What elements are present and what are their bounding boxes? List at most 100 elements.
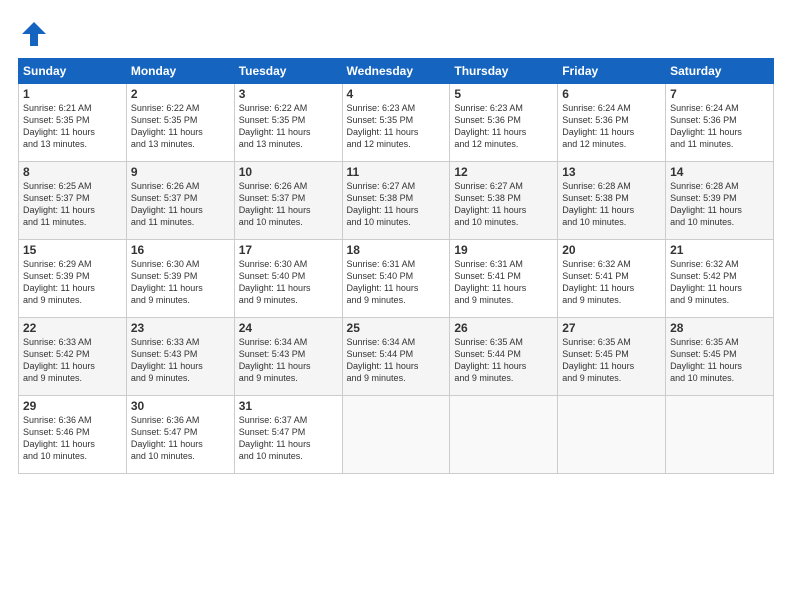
day-info: Sunrise: 6:23 AM Sunset: 5:36 PM Dayligh… xyxy=(454,102,553,151)
calendar-header-row: SundayMondayTuesdayWednesdayThursdayFrid… xyxy=(19,59,774,84)
day-info: Sunrise: 6:24 AM Sunset: 5:36 PM Dayligh… xyxy=(562,102,661,151)
day-number: 8 xyxy=(23,165,122,179)
calendar-cell xyxy=(450,396,558,474)
day-info: Sunrise: 6:37 AM Sunset: 5:47 PM Dayligh… xyxy=(239,414,338,463)
day-info: Sunrise: 6:33 AM Sunset: 5:42 PM Dayligh… xyxy=(23,336,122,385)
calendar-cell: 17Sunrise: 6:30 AM Sunset: 5:40 PM Dayli… xyxy=(234,240,342,318)
day-info: Sunrise: 6:35 AM Sunset: 5:45 PM Dayligh… xyxy=(562,336,661,385)
day-number: 9 xyxy=(131,165,230,179)
day-info: Sunrise: 6:22 AM Sunset: 5:35 PM Dayligh… xyxy=(239,102,338,151)
day-header-friday: Friday xyxy=(558,59,666,84)
day-number: 30 xyxy=(131,399,230,413)
calendar-cell: 10Sunrise: 6:26 AM Sunset: 5:37 PM Dayli… xyxy=(234,162,342,240)
day-header-monday: Monday xyxy=(126,59,234,84)
logo-icon xyxy=(18,18,50,50)
day-header-tuesday: Tuesday xyxy=(234,59,342,84)
day-info: Sunrise: 6:30 AM Sunset: 5:40 PM Dayligh… xyxy=(239,258,338,307)
day-number: 19 xyxy=(454,243,553,257)
calendar-cell: 25Sunrise: 6:34 AM Sunset: 5:44 PM Dayli… xyxy=(342,318,450,396)
day-header-wednesday: Wednesday xyxy=(342,59,450,84)
day-info: Sunrise: 6:29 AM Sunset: 5:39 PM Dayligh… xyxy=(23,258,122,307)
day-number: 4 xyxy=(347,87,446,101)
day-number: 3 xyxy=(239,87,338,101)
day-number: 10 xyxy=(239,165,338,179)
calendar-cell: 15Sunrise: 6:29 AM Sunset: 5:39 PM Dayli… xyxy=(19,240,127,318)
calendar-cell: 18Sunrise: 6:31 AM Sunset: 5:40 PM Dayli… xyxy=(342,240,450,318)
calendar-table: SundayMondayTuesdayWednesdayThursdayFrid… xyxy=(18,58,774,474)
calendar-cell: 2Sunrise: 6:22 AM Sunset: 5:35 PM Daylig… xyxy=(126,84,234,162)
calendar-cell: 9Sunrise: 6:26 AM Sunset: 5:37 PM Daylig… xyxy=(126,162,234,240)
calendar-cell: 16Sunrise: 6:30 AM Sunset: 5:39 PM Dayli… xyxy=(126,240,234,318)
calendar-cell: 3Sunrise: 6:22 AM Sunset: 5:35 PM Daylig… xyxy=(234,84,342,162)
calendar-cell: 13Sunrise: 6:28 AM Sunset: 5:38 PM Dayli… xyxy=(558,162,666,240)
day-info: Sunrise: 6:32 AM Sunset: 5:41 PM Dayligh… xyxy=(562,258,661,307)
day-info: Sunrise: 6:27 AM Sunset: 5:38 PM Dayligh… xyxy=(347,180,446,229)
day-number: 6 xyxy=(562,87,661,101)
day-number: 11 xyxy=(347,165,446,179)
day-number: 28 xyxy=(670,321,769,335)
day-info: Sunrise: 6:34 AM Sunset: 5:44 PM Dayligh… xyxy=(347,336,446,385)
day-number: 31 xyxy=(239,399,338,413)
calendar-week-3: 22Sunrise: 6:33 AM Sunset: 5:42 PM Dayli… xyxy=(19,318,774,396)
day-number: 16 xyxy=(131,243,230,257)
day-number: 25 xyxy=(347,321,446,335)
calendar-cell: 30Sunrise: 6:36 AM Sunset: 5:47 PM Dayli… xyxy=(126,396,234,474)
day-info: Sunrise: 6:28 AM Sunset: 5:38 PM Dayligh… xyxy=(562,180,661,229)
day-info: Sunrise: 6:31 AM Sunset: 5:41 PM Dayligh… xyxy=(454,258,553,307)
calendar-cell: 4Sunrise: 6:23 AM Sunset: 5:35 PM Daylig… xyxy=(342,84,450,162)
day-info: Sunrise: 6:21 AM Sunset: 5:35 PM Dayligh… xyxy=(23,102,122,151)
calendar-week-0: 1Sunrise: 6:21 AM Sunset: 5:35 PM Daylig… xyxy=(19,84,774,162)
day-info: Sunrise: 6:22 AM Sunset: 5:35 PM Dayligh… xyxy=(131,102,230,151)
day-info: Sunrise: 6:33 AM Sunset: 5:43 PM Dayligh… xyxy=(131,336,230,385)
day-info: Sunrise: 6:34 AM Sunset: 5:43 PM Dayligh… xyxy=(239,336,338,385)
calendar-cell: 24Sunrise: 6:34 AM Sunset: 5:43 PM Dayli… xyxy=(234,318,342,396)
day-number: 12 xyxy=(454,165,553,179)
calendar-cell: 28Sunrise: 6:35 AM Sunset: 5:45 PM Dayli… xyxy=(666,318,774,396)
calendar-cell: 19Sunrise: 6:31 AM Sunset: 5:41 PM Dayli… xyxy=(450,240,558,318)
day-info: Sunrise: 6:23 AM Sunset: 5:35 PM Dayligh… xyxy=(347,102,446,151)
calendar-cell: 8Sunrise: 6:25 AM Sunset: 5:37 PM Daylig… xyxy=(19,162,127,240)
day-number: 5 xyxy=(454,87,553,101)
day-info: Sunrise: 6:30 AM Sunset: 5:39 PM Dayligh… xyxy=(131,258,230,307)
day-number: 13 xyxy=(562,165,661,179)
day-info: Sunrise: 6:26 AM Sunset: 5:37 PM Dayligh… xyxy=(131,180,230,229)
day-info: Sunrise: 6:35 AM Sunset: 5:44 PM Dayligh… xyxy=(454,336,553,385)
day-number: 7 xyxy=(670,87,769,101)
logo xyxy=(18,18,54,50)
calendar-cell: 22Sunrise: 6:33 AM Sunset: 5:42 PM Dayli… xyxy=(19,318,127,396)
day-number: 1 xyxy=(23,87,122,101)
day-number: 15 xyxy=(23,243,122,257)
calendar-cell: 7Sunrise: 6:24 AM Sunset: 5:36 PM Daylig… xyxy=(666,84,774,162)
day-number: 20 xyxy=(562,243,661,257)
day-header-thursday: Thursday xyxy=(450,59,558,84)
calendar-cell: 5Sunrise: 6:23 AM Sunset: 5:36 PM Daylig… xyxy=(450,84,558,162)
day-info: Sunrise: 6:35 AM Sunset: 5:45 PM Dayligh… xyxy=(670,336,769,385)
day-number: 14 xyxy=(670,165,769,179)
day-info: Sunrise: 6:26 AM Sunset: 5:37 PM Dayligh… xyxy=(239,180,338,229)
day-number: 2 xyxy=(131,87,230,101)
header xyxy=(18,18,774,50)
calendar-cell: 1Sunrise: 6:21 AM Sunset: 5:35 PM Daylig… xyxy=(19,84,127,162)
day-info: Sunrise: 6:24 AM Sunset: 5:36 PM Dayligh… xyxy=(670,102,769,151)
day-info: Sunrise: 6:27 AM Sunset: 5:38 PM Dayligh… xyxy=(454,180,553,229)
day-number: 21 xyxy=(670,243,769,257)
calendar-cell: 11Sunrise: 6:27 AM Sunset: 5:38 PM Dayli… xyxy=(342,162,450,240)
calendar-cell: 31Sunrise: 6:37 AM Sunset: 5:47 PM Dayli… xyxy=(234,396,342,474)
calendar-cell: 23Sunrise: 6:33 AM Sunset: 5:43 PM Dayli… xyxy=(126,318,234,396)
calendar-cell: 21Sunrise: 6:32 AM Sunset: 5:42 PM Dayli… xyxy=(666,240,774,318)
day-number: 17 xyxy=(239,243,338,257)
day-number: 26 xyxy=(454,321,553,335)
calendar-cell: 12Sunrise: 6:27 AM Sunset: 5:38 PM Dayli… xyxy=(450,162,558,240)
calendar-cell: 26Sunrise: 6:35 AM Sunset: 5:44 PM Dayli… xyxy=(450,318,558,396)
day-header-sunday: Sunday xyxy=(19,59,127,84)
day-info: Sunrise: 6:36 AM Sunset: 5:47 PM Dayligh… xyxy=(131,414,230,463)
calendar-cell xyxy=(558,396,666,474)
day-number: 23 xyxy=(131,321,230,335)
calendar-cell: 14Sunrise: 6:28 AM Sunset: 5:39 PM Dayli… xyxy=(666,162,774,240)
day-info: Sunrise: 6:31 AM Sunset: 5:40 PM Dayligh… xyxy=(347,258,446,307)
calendar-cell: 6Sunrise: 6:24 AM Sunset: 5:36 PM Daylig… xyxy=(558,84,666,162)
day-number: 18 xyxy=(347,243,446,257)
calendar-cell xyxy=(666,396,774,474)
calendar-cell: 27Sunrise: 6:35 AM Sunset: 5:45 PM Dayli… xyxy=(558,318,666,396)
day-number: 27 xyxy=(562,321,661,335)
